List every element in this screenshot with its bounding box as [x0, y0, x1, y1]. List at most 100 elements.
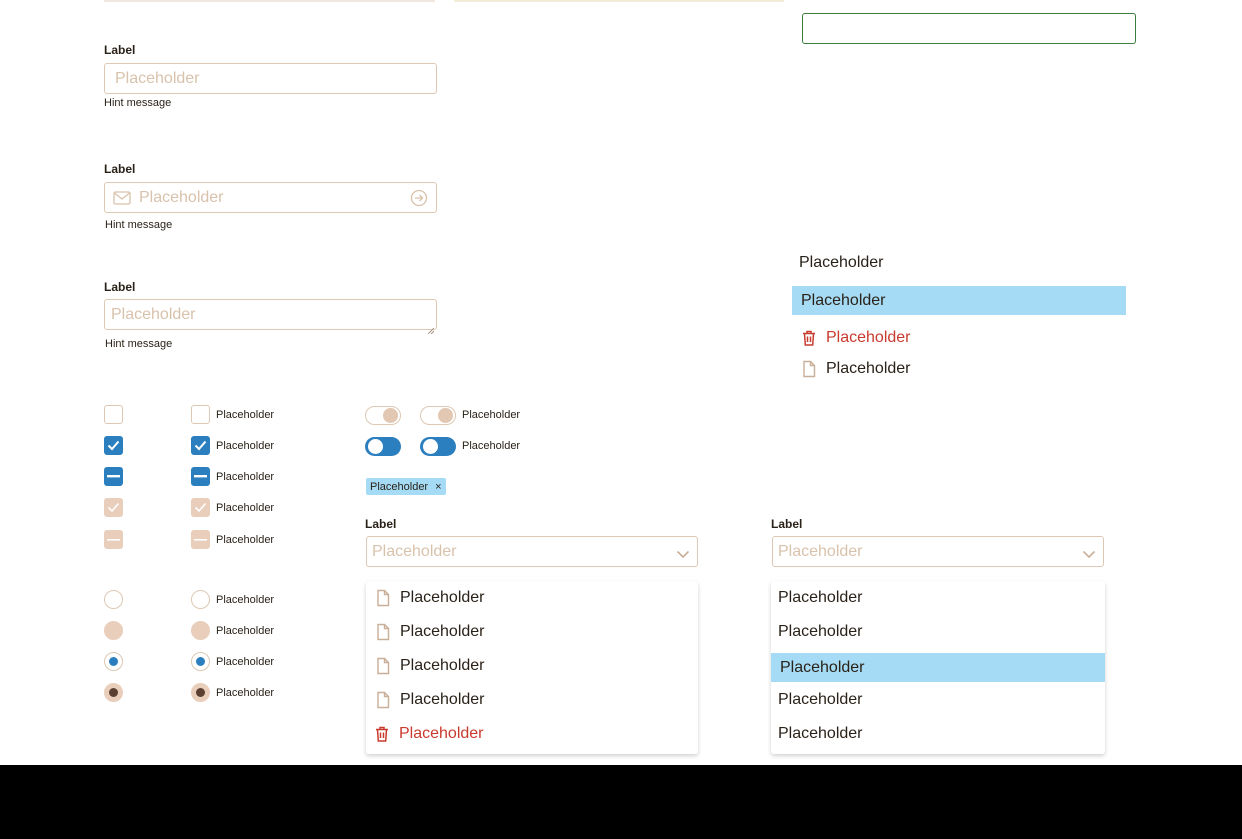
- resize-handle-icon[interactable]: [427, 321, 435, 335]
- select-dropdown: Placeholder Placeholder Placeholder Plac…: [771, 581, 1105, 754]
- email-field[interactable]: Placeholder: [104, 182, 437, 213]
- menu-item-label: Placeholder: [799, 254, 884, 271]
- mail-icon: [113, 190, 131, 205]
- dropdown-option[interactable]: Placeholder: [374, 588, 485, 608]
- dropdown-option-delete[interactable]: Placeholder: [373, 724, 484, 744]
- select-field[interactable]: Placeholder: [366, 536, 698, 567]
- radio-selected-disabled: [104, 683, 123, 702]
- components-sheet: Label Placeholder Hint message Label Pla…: [0, 0, 1242, 765]
- tag-label: Placeholder: [370, 480, 429, 493]
- top-edge-2: [454, 0, 784, 2]
- option-label: Placeholder: [778, 691, 863, 708]
- checkbox-indeterminate-disabled: [104, 530, 123, 549]
- toggle-off[interactable]: [365, 406, 401, 425]
- dropdown-option[interactable]: Placeholder: [778, 690, 863, 710]
- menu-item[interactable]: Placeholder: [799, 253, 884, 273]
- radio-label: Placeholder: [216, 594, 275, 606]
- top-edge-1: [104, 0, 435, 2]
- radio-disabled: [191, 621, 210, 640]
- file-icon: [800, 360, 818, 378]
- minus-icon: [194, 475, 207, 478]
- select-field[interactable]: Placeholder: [772, 536, 1104, 567]
- toggle-off[interactable]: [420, 406, 456, 425]
- option-label: Placeholder: [778, 623, 863, 640]
- dropdown-option[interactable]: Placeholder: [778, 622, 863, 642]
- checkbox-checked[interactable]: [191, 436, 210, 455]
- menu-item-label: Placeholder: [801, 291, 886, 309]
- radio-label: Placeholder: [216, 656, 275, 668]
- option-label: Placeholder: [400, 657, 485, 674]
- menu-item-selected[interactable]: Placeholder: [792, 286, 1126, 315]
- checkbox-unchecked[interactable]: [104, 405, 123, 424]
- select-dropdown: Placeholder Placeholder Placeholder Plac…: [366, 581, 698, 754]
- tag-chip: Placeholder ×: [366, 478, 446, 495]
- toggle-label: Placeholder: [462, 409, 521, 421]
- check-icon: [107, 502, 120, 513]
- select-placeholder: Placeholder: [372, 542, 457, 560]
- textarea-field[interactable]: Placeholder: [104, 299, 437, 335]
- option-label: Placeholder: [399, 725, 484, 742]
- arrow-circle-right-icon[interactable]: [410, 189, 428, 207]
- toggle-on[interactable]: [420, 437, 456, 456]
- toggle-label: Placeholder: [462, 440, 521, 452]
- radio-selected[interactable]: [104, 652, 123, 671]
- checkbox-checked-disabled: [191, 498, 210, 517]
- file-icon: [374, 589, 392, 607]
- dropdown-option-selected[interactable]: Placeholder: [771, 653, 1105, 682]
- radio-selected-disabled: [191, 683, 210, 702]
- dropdown-option[interactable]: Placeholder: [374, 656, 485, 676]
- option-label: Placeholder: [778, 725, 863, 742]
- radio-disabled: [104, 621, 123, 640]
- checkbox-label: Placeholder: [216, 502, 275, 514]
- menu-item-file[interactable]: Placeholder: [800, 358, 911, 380]
- file-icon: [374, 691, 392, 709]
- select-label: Label: [365, 517, 397, 531]
- minus-icon: [194, 538, 207, 541]
- checkbox-checked-disabled: [104, 498, 123, 517]
- checkbox-label: Placeholder: [216, 471, 275, 483]
- chevron-down-icon: [676, 546, 690, 564]
- checkbox-indeterminate-disabled: [191, 530, 210, 549]
- file-icon: [374, 657, 392, 675]
- trash-icon: [800, 329, 818, 347]
- menu-item-label: Placeholder: [826, 329, 911, 346]
- email-field-hint: Hint message: [105, 219, 173, 231]
- email-field-placeholder: Placeholder: [139, 188, 224, 206]
- option-label: Placeholder: [400, 623, 485, 640]
- option-label: Placeholder: [778, 589, 863, 606]
- option-label: Placeholder: [780, 658, 865, 676]
- toggle-on[interactable]: [365, 437, 401, 456]
- checkbox-unchecked[interactable]: [191, 405, 210, 424]
- radio-unselected[interactable]: [191, 590, 210, 609]
- minus-icon: [107, 538, 120, 541]
- focused-input[interactable]: [802, 13, 1136, 44]
- menu-item-label: Placeholder: [826, 360, 911, 377]
- check-icon: [194, 440, 207, 451]
- menu-item-delete[interactable]: Placeholder: [800, 327, 911, 349]
- text-field[interactable]: Placeholder: [104, 63, 437, 94]
- dropdown-option[interactable]: Placeholder: [374, 690, 485, 710]
- checkbox-label: Placeholder: [216, 534, 275, 546]
- trash-icon: [373, 725, 391, 743]
- radio-selected[interactable]: [191, 652, 210, 671]
- select-label: Label: [771, 517, 803, 531]
- checkbox-indeterminate[interactable]: [104, 467, 123, 486]
- textarea-placeholder: Placeholder: [111, 305, 196, 323]
- checkbox-checked[interactable]: [104, 436, 123, 455]
- email-field-label: Label: [104, 162, 136, 176]
- checkbox-label: Placeholder: [216, 409, 275, 421]
- radio-label: Placeholder: [216, 625, 275, 637]
- close-icon[interactable]: ×: [435, 481, 441, 493]
- dropdown-option[interactable]: Placeholder: [374, 622, 485, 642]
- textarea-hint: Hint message: [105, 338, 173, 350]
- radio-label: Placeholder: [216, 687, 275, 699]
- option-label: Placeholder: [400, 691, 485, 708]
- checkbox-label: Placeholder: [216, 440, 275, 452]
- option-label: Placeholder: [400, 589, 485, 606]
- dropdown-option[interactable]: Placeholder: [778, 588, 863, 608]
- file-icon: [374, 623, 392, 641]
- checkbox-indeterminate[interactable]: [191, 467, 210, 486]
- select-placeholder: Placeholder: [778, 542, 863, 560]
- radio-unselected[interactable]: [104, 590, 123, 609]
- dropdown-option[interactable]: Placeholder: [778, 724, 863, 744]
